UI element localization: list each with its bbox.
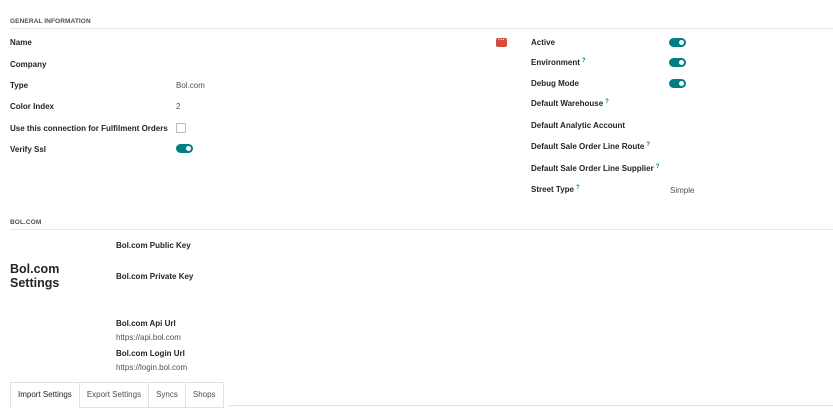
default-warehouse-label-text: Default Warehouse <box>531 99 604 108</box>
section-title-general: GENERAL INFORMATION <box>10 18 91 25</box>
company-label: Company <box>10 60 47 69</box>
fulfilment-checkbox[interactable] <box>176 123 186 133</box>
section-divider <box>10 229 833 230</box>
public-key-label: Bol.com Public Key <box>116 241 191 250</box>
street-type-label: Street Type? <box>531 185 580 194</box>
type-value[interactable]: Bol.com <box>176 81 205 90</box>
active-label: Active <box>531 38 556 47</box>
login-url-value[interactable]: https://login.bol.com <box>116 363 187 372</box>
help-icon[interactable]: ? <box>582 58 586 64</box>
verify-ssl-toggle[interactable] <box>176 144 193 153</box>
default-supplier-label-text: Default Sale Order Line Supplier <box>531 164 654 173</box>
fulfilment-label: Use this connection for Fulfilment Order… <box>10 124 168 133</box>
name-label: Name <box>10 38 32 47</box>
help-icon[interactable]: ? <box>576 185 580 191</box>
tab-import-settings[interactable]: Import Settings <box>10 382 80 408</box>
notebook-tabs: Import Settings Export Settings Syncs Sh… <box>10 382 224 408</box>
street-type-label-text: Street Type <box>531 185 574 194</box>
default-analytic-account-label: Default Analytic Account <box>531 121 626 130</box>
environment-toggle[interactable] <box>669 58 686 67</box>
color-index-label: Color Index <box>10 102 55 111</box>
color-index-value[interactable]: 2 <box>176 102 180 111</box>
help-icon[interactable]: ? <box>646 142 650 148</box>
default-route-label: Default Sale Order Line Route? <box>531 142 650 151</box>
tab-syncs[interactable]: Syncs <box>149 382 186 408</box>
debug-mode-label: Debug Mode <box>531 79 579 88</box>
login-url-label: Bol.com Login Url <box>116 349 185 358</box>
help-icon[interactable]: ? <box>656 164 660 170</box>
default-warehouse-label: Default Warehouse? <box>531 99 609 108</box>
debug-mode-toggle[interactable] <box>669 79 686 88</box>
api-url-value[interactable]: https://api.bol.com <box>116 333 181 342</box>
type-label: Type <box>10 81 29 90</box>
verify-ssl-label: Verify Ssl <box>10 145 47 154</box>
help-icon[interactable]: ? <box>605 99 609 105</box>
default-route-label-text: Default Sale Order Line Route <box>531 142 645 151</box>
environment-label: Environment? <box>531 58 586 67</box>
tab-shops[interactable]: Shops <box>185 382 224 408</box>
environment-label-text: Environment <box>531 58 580 67</box>
tab-export-settings[interactable]: Export Settings <box>79 382 150 408</box>
api-url-label: Bol.com Api Url <box>116 319 176 328</box>
section-title-bol: BOL.COM <box>10 219 42 226</box>
more-horizontal-icon[interactable]: ··· <box>496 37 507 47</box>
private-key-label: Bol.com Private Key <box>116 272 194 281</box>
default-supplier-label: Default Sale Order Line Supplier? <box>531 164 659 173</box>
section-divider <box>10 28 833 29</box>
active-toggle[interactable] <box>669 38 686 47</box>
street-type-value[interactable]: Simple <box>670 186 694 195</box>
tabs-baseline <box>229 405 833 406</box>
bol-settings-title: Bol.com Settings <box>10 262 60 290</box>
